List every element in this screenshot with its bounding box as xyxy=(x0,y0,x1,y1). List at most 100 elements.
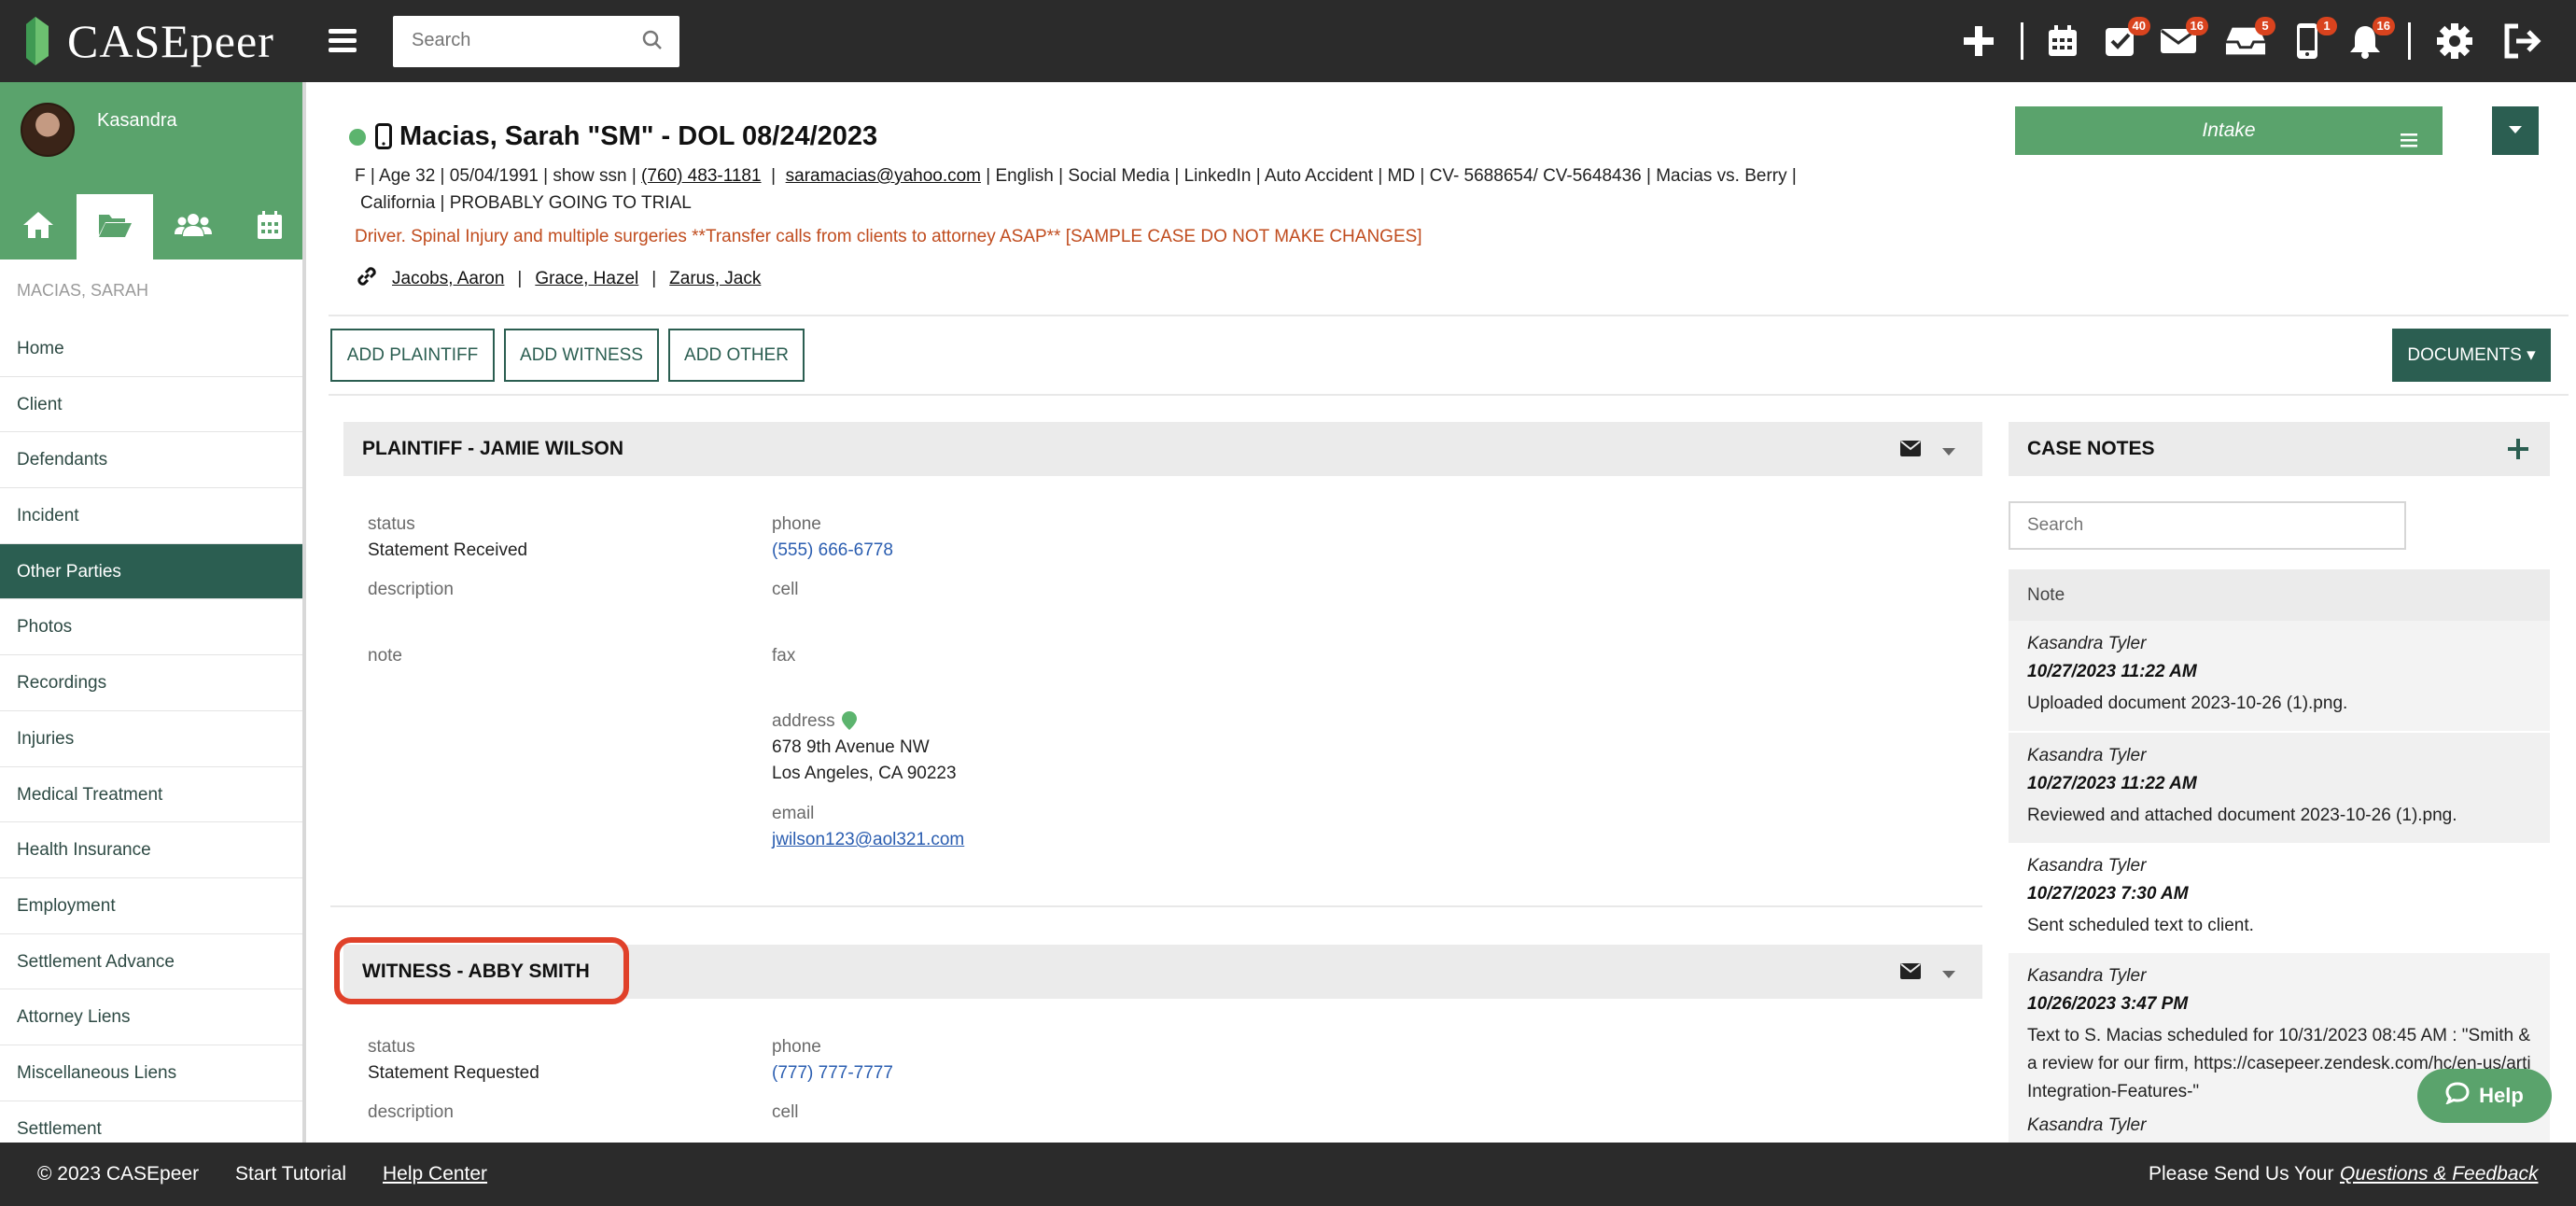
sidebar-item-client[interactable]: Client xyxy=(0,377,302,433)
calendar-icon[interactable] xyxy=(2042,21,2083,62)
menu-toggle-icon[interactable] xyxy=(329,24,357,58)
sidebar-nav: Home Client Defendants Incident Other Partie… xyxy=(0,321,302,1157)
mail-badge: 16 xyxy=(2185,17,2208,35)
case-meta-line-1: F | Age 32 | 05/04/1991 | show ssn | (76… xyxy=(355,166,1797,186)
note-author: Kasandra Tyler xyxy=(2027,856,2147,876)
global-search xyxy=(393,16,679,67)
sidebar-item-injuries[interactable]: Injuries xyxy=(0,711,302,767)
stage-dropdown-button[interactable] xyxy=(2492,106,2539,155)
witness-phone-link[interactable]: (777) 777-7777 xyxy=(772,1063,893,1084)
field-label: email xyxy=(772,804,815,823)
case-name-label: MACIAS, SARAH xyxy=(17,281,149,300)
documents-button[interactable]: DOCUMENTS ▾ xyxy=(2392,329,2551,382)
staff-link[interactable]: Grace, Hazel xyxy=(535,269,638,289)
field-label: description xyxy=(368,580,454,599)
note-date: 10/27/2023 11:22 AM xyxy=(2027,774,2197,793)
add-witness-button[interactable]: ADD WITNESS xyxy=(504,329,659,382)
mail-icon[interactable]: 16 xyxy=(2158,17,2208,62)
list-menu-icon xyxy=(2400,119,2418,168)
sidebar-user: Kasandra xyxy=(0,82,302,194)
note-author: Kasandra Tyler xyxy=(2027,966,2147,986)
search-icon[interactable] xyxy=(642,30,663,55)
client-phone-link[interactable]: (760) 483-1181 xyxy=(641,166,762,186)
sidebar-item-photos[interactable]: Photos xyxy=(0,599,302,656)
sidebar-item-medical-treatment[interactable]: Medical Treatment xyxy=(0,767,302,823)
sidebar-item-defendants[interactable]: Defendants xyxy=(0,432,302,489)
tab-contacts[interactable] xyxy=(155,194,231,259)
sidebar-item-miscellaneous-liens[interactable]: Miscellaneous Liens xyxy=(0,1045,302,1101)
tasks-icon[interactable]: 40 xyxy=(2100,17,2150,62)
note-text: Uploaded document 2023-10-26 (1).png. xyxy=(2027,694,2348,713)
start-tutorial-link[interactable]: Start Tutorial xyxy=(235,1163,346,1185)
sidebar-item-employment[interactable]: Employment xyxy=(0,878,302,934)
note-text: Text to S. Macias scheduled for 10/31/20… xyxy=(2027,1026,2531,1045)
copyright: © 2023 CASEpeer xyxy=(37,1163,200,1185)
sidebar-item-home[interactable]: Home xyxy=(0,321,302,377)
staff-link[interactable]: Jacobs, Aaron xyxy=(392,269,504,289)
envelope-icon[interactable] xyxy=(1900,441,1921,461)
help-center-link[interactable]: Help Center xyxy=(383,1163,487,1185)
field-label: phone xyxy=(772,514,821,534)
note-item[interactable]: Kasandra Tyler 10/27/2023 11:22 AM Uploa… xyxy=(2009,621,2550,731)
avatar[interactable] xyxy=(21,103,75,157)
sidebar-item-incident[interactable]: Incident xyxy=(0,488,302,544)
notes-search xyxy=(2009,501,2406,550)
sidebar-item-settlement-advance[interactable]: Settlement Advance xyxy=(0,934,302,990)
add-note-icon[interactable] xyxy=(2507,438,2529,465)
sidebar-tabs xyxy=(0,194,302,259)
global-search-input[interactable] xyxy=(393,16,626,65)
add-other-button[interactable]: ADD OTHER xyxy=(668,329,805,382)
staff-link[interactable]: Zarus, Jack xyxy=(669,269,761,289)
field-label: fax xyxy=(772,646,796,666)
sidebar-item-attorney-liens[interactable]: Attorney Liens xyxy=(0,989,302,1045)
plaintiff-address-line2: Los Angeles, CA 90223 xyxy=(772,764,957,783)
footer: © 2023 CASEpeer Start Tutorial Help Cent… xyxy=(0,1143,2576,1206)
add-plaintiff-button[interactable]: ADD PLAINTIFF xyxy=(330,329,495,382)
caret-down-icon xyxy=(2508,122,2523,139)
user-name[interactable]: Kasandra xyxy=(97,110,177,132)
logo-text: CASEpeer xyxy=(67,15,274,67)
field-label: status xyxy=(368,1037,415,1057)
settings-gear-icon[interactable] xyxy=(2434,21,2475,62)
tab-cases[interactable] xyxy=(77,194,153,259)
note-date: 10/26/2023 3:47 PM xyxy=(2027,994,2189,1014)
tab-calendar[interactable] xyxy=(231,194,308,259)
help-button[interactable]: Help xyxy=(2417,1069,2552,1123)
note-date: 10/27/2023 11:22 AM xyxy=(2027,662,2197,681)
plaintiff-phone-link[interactable]: (555) 666-6778 xyxy=(772,540,893,561)
case-stage-button[interactable]: Intake xyxy=(2015,106,2443,155)
map-pin-icon[interactable] xyxy=(842,711,857,735)
tab-home[interactable] xyxy=(0,194,77,259)
casepeer-logo[interactable]: CASEpeer xyxy=(22,13,274,69)
calendar-icon xyxy=(256,210,284,245)
case-notes-title: CASE NOTES xyxy=(2027,438,2155,459)
users-icon xyxy=(175,212,212,243)
sidebar-item-other-parties[interactable]: Other Parties xyxy=(0,543,302,600)
add-icon[interactable] xyxy=(1958,21,1999,62)
plaintiff-email-link[interactable]: jwilson123@aol321.com xyxy=(772,830,964,850)
sidebar-item-recordings[interactable]: Recordings xyxy=(0,655,302,711)
caret-down-icon[interactable] xyxy=(1941,444,1956,461)
note-item[interactable]: Kasandra Tyler 10/27/2023 11:22 AM Revie… xyxy=(2009,733,2550,843)
note-item[interactable]: Kasandra Tyler 10/27/2023 7:30 AM Sent s… xyxy=(2009,843,2550,953)
note-text: Reviewed and attached document 2023-10-2… xyxy=(2027,806,2457,825)
note-author: Kasandra Tyler xyxy=(2027,634,2147,653)
case-notes-header: CASE NOTES xyxy=(2009,422,2550,476)
logout-icon[interactable] xyxy=(2503,21,2544,62)
field-label: cell xyxy=(772,580,799,599)
chat-bubble-icon xyxy=(2445,1082,2470,1110)
plaintiff-panel-header: PLAINTIFF - JAMIE WILSON xyxy=(343,422,1982,476)
feedback-text: Please Send Us Your xyxy=(2149,1163,2334,1185)
sidebar-item-health-insurance[interactable]: Health Insurance xyxy=(0,822,302,878)
feedback-link[interactable]: Questions & Feedback xyxy=(2340,1163,2538,1185)
notifications-bell-icon[interactable]: 16 xyxy=(2345,17,2395,62)
notifications-badge: 16 xyxy=(2372,17,2395,35)
plaintiff-title: PLAINTIFF - JAMIE WILSON xyxy=(362,438,623,459)
mobile-phone-icon[interactable]: 1 xyxy=(2287,17,2337,62)
client-email-link[interactable]: saramacias@yahoo.com xyxy=(786,166,981,186)
inbox-icon[interactable]: 5 xyxy=(2225,17,2275,62)
caret-down-icon[interactable] xyxy=(1941,967,1956,984)
envelope-icon[interactable] xyxy=(1900,963,1921,984)
case-title: Macias, Sarah "SM" - DOL 08/24/2023 xyxy=(399,121,878,151)
notes-search-input[interactable] xyxy=(2010,503,2384,548)
